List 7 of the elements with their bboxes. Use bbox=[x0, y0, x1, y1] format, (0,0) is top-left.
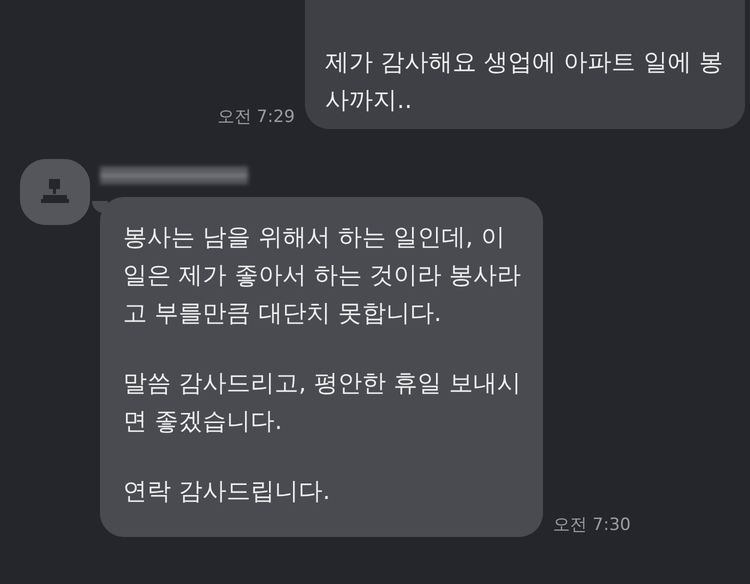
message-text: 연락 감사드립니다. bbox=[123, 476, 332, 507]
message-text: 제가 감사해요 생업에 아파트 일에 봉 사까지.. bbox=[324, 47, 723, 116]
message-text: 말씀 감사드리고, 평안한 휴일 보내시 면 좋겠습니다. bbox=[123, 368, 522, 437]
message-time: 오전 7:30 bbox=[553, 515, 631, 537]
avatar-icon[interactable] bbox=[20, 159, 90, 225]
message-time: 오전 7:29 bbox=[217, 107, 295, 129]
message-text: 봉사는 남을 위해서 하는 일인데, 이 일은 제가 좋아서 하는 것이라 봉사라 고 부를만큼 대단치 못합니다. bbox=[123, 222, 522, 329]
